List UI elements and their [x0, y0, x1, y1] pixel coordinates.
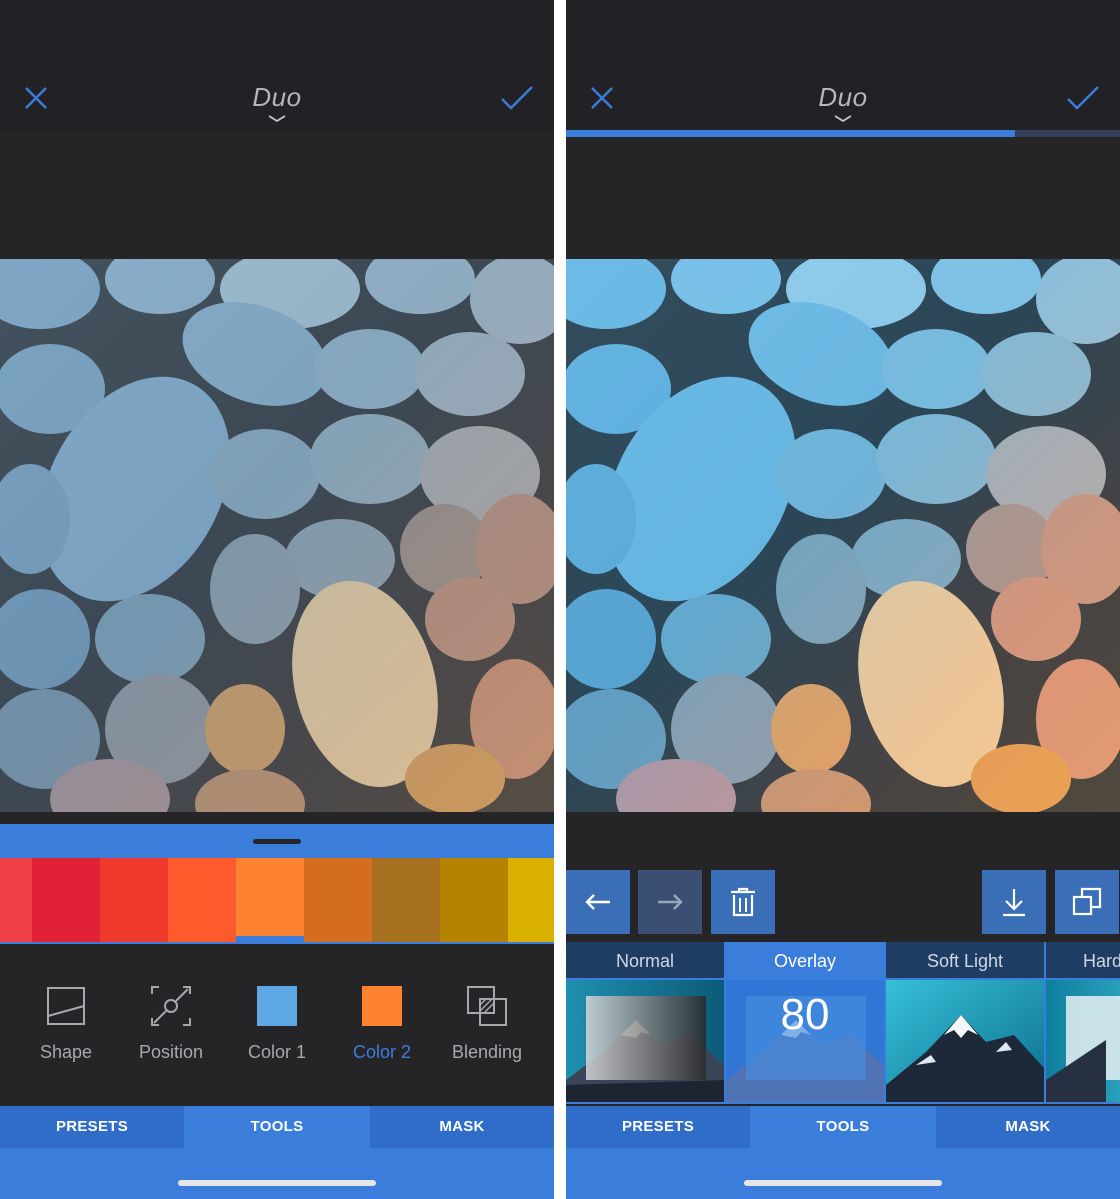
color-swatch[interactable]	[372, 858, 440, 942]
color-palette-strip	[0, 858, 554, 944]
photo-preview	[566, 259, 1120, 812]
tab-mask[interactable]: MASK	[936, 1106, 1120, 1148]
top-nav-bar: Duo	[0, 0, 554, 130]
position-icon	[151, 986, 191, 1026]
tool-color-2[interactable]: Color 2	[327, 984, 437, 1063]
mountain-thumbnail	[886, 980, 1044, 1102]
chevron-down-icon[interactable]	[834, 115, 852, 123]
sheet-handle-bar[interactable]	[0, 824, 554, 858]
pebbles-photo	[566, 259, 1120, 812]
blend-opacity-value[interactable]: 80	[726, 990, 884, 1040]
tool-shape[interactable]: Shape	[11, 984, 121, 1063]
left-phone-screen: Duo Shape Position Color 1 Color 2 Blend…	[0, 0, 554, 1199]
tab-tools[interactable]: TOOLS	[185, 1106, 369, 1148]
color-swatch[interactable]	[440, 858, 508, 942]
checkmark-icon[interactable]	[500, 84, 534, 112]
tool-blending-label: Blending	[451, 1042, 523, 1062]
save-button[interactable]	[982, 870, 1046, 934]
tab-presets[interactable]: PRESETS	[0, 1106, 184, 1148]
color-swatch[interactable]	[32, 858, 100, 942]
tab-tools[interactable]: TOOLS	[751, 1106, 935, 1148]
checkmark-icon[interactable]	[1066, 84, 1100, 112]
color-swatch[interactable]	[304, 858, 372, 942]
blend-mode-overlay-label: Overlay	[726, 942, 884, 978]
color-swatch[interactable]	[100, 858, 168, 942]
filter-title[interactable]: Duo	[0, 82, 554, 113]
trash-icon	[731, 887, 755, 917]
duplicate-button[interactable]	[1055, 870, 1119, 934]
color-swatch[interactable]	[508, 858, 554, 942]
tool-position-label: Position	[138, 1042, 204, 1062]
tab-presets[interactable]: PRESETS	[566, 1106, 750, 1148]
blend-mode-normal-label: Normal	[566, 942, 724, 978]
color1-swatch-icon	[257, 986, 297, 1026]
redo-arrow-icon	[658, 894, 683, 910]
drag-handle[interactable]	[253, 839, 301, 844]
download-icon	[1003, 889, 1025, 917]
tools-row: Shape Position Color 1 Color 2 Blending	[0, 944, 554, 1106]
mountain-thumbnail	[1046, 980, 1120, 1102]
progress-bar	[566, 130, 1120, 137]
undo-button[interactable]	[566, 870, 630, 934]
top-nav-bar: Duo	[566, 0, 1120, 130]
blend-mode-soft-light[interactable]: Soft Light	[886, 942, 1044, 1102]
blending-icon	[467, 986, 507, 1026]
blend-mode-hard[interactable]: Hard	[1046, 942, 1120, 1102]
color2-swatch-icon	[362, 986, 402, 1026]
photo-preview	[0, 259, 554, 812]
tool-position[interactable]: Position	[116, 984, 226, 1063]
home-indicator[interactable]	[744, 1180, 942, 1186]
right-phone-screen: Duo Normal Overlay 80 Soft Light Hard PR…	[566, 0, 1120, 1199]
blend-mode-soft-light-label: Soft Light	[886, 942, 1044, 978]
pebbles-photo	[0, 259, 554, 812]
tool-color-2-label: Color 2	[352, 1042, 412, 1062]
tab-mask[interactable]: MASK	[370, 1106, 554, 1148]
chevron-down-icon[interactable]	[268, 115, 286, 123]
duplicate-icon	[1072, 887, 1102, 916]
shape-icon	[47, 987, 85, 1025]
undo-arrow-icon	[585, 894, 610, 910]
progress-bar-fill	[566, 130, 1015, 137]
tool-color-1[interactable]: Color 1	[222, 984, 332, 1063]
color-swatch[interactable]	[236, 858, 304, 942]
tool-color-1-label: Color 1	[247, 1042, 307, 1062]
tool-blending[interactable]: Blending	[432, 984, 542, 1063]
filter-title[interactable]: Duo	[566, 82, 1120, 113]
delete-button[interactable]	[711, 870, 775, 934]
color-swatch[interactable]	[168, 858, 236, 942]
tool-shape-label: Shape	[39, 1042, 93, 1062]
blend-mode-carousel: Normal Overlay 80 Soft Light Hard	[566, 942, 1120, 1104]
blend-mode-hard-label: Hard	[1046, 942, 1120, 978]
home-indicator[interactable]	[178, 1180, 376, 1186]
color-swatch[interactable]	[0, 858, 32, 942]
mountain-thumbnail	[566, 980, 724, 1102]
redo-button[interactable]	[638, 870, 702, 934]
blend-mode-overlay[interactable]: Overlay 80	[726, 942, 884, 1102]
blend-mode-normal[interactable]: Normal	[566, 942, 724, 1102]
